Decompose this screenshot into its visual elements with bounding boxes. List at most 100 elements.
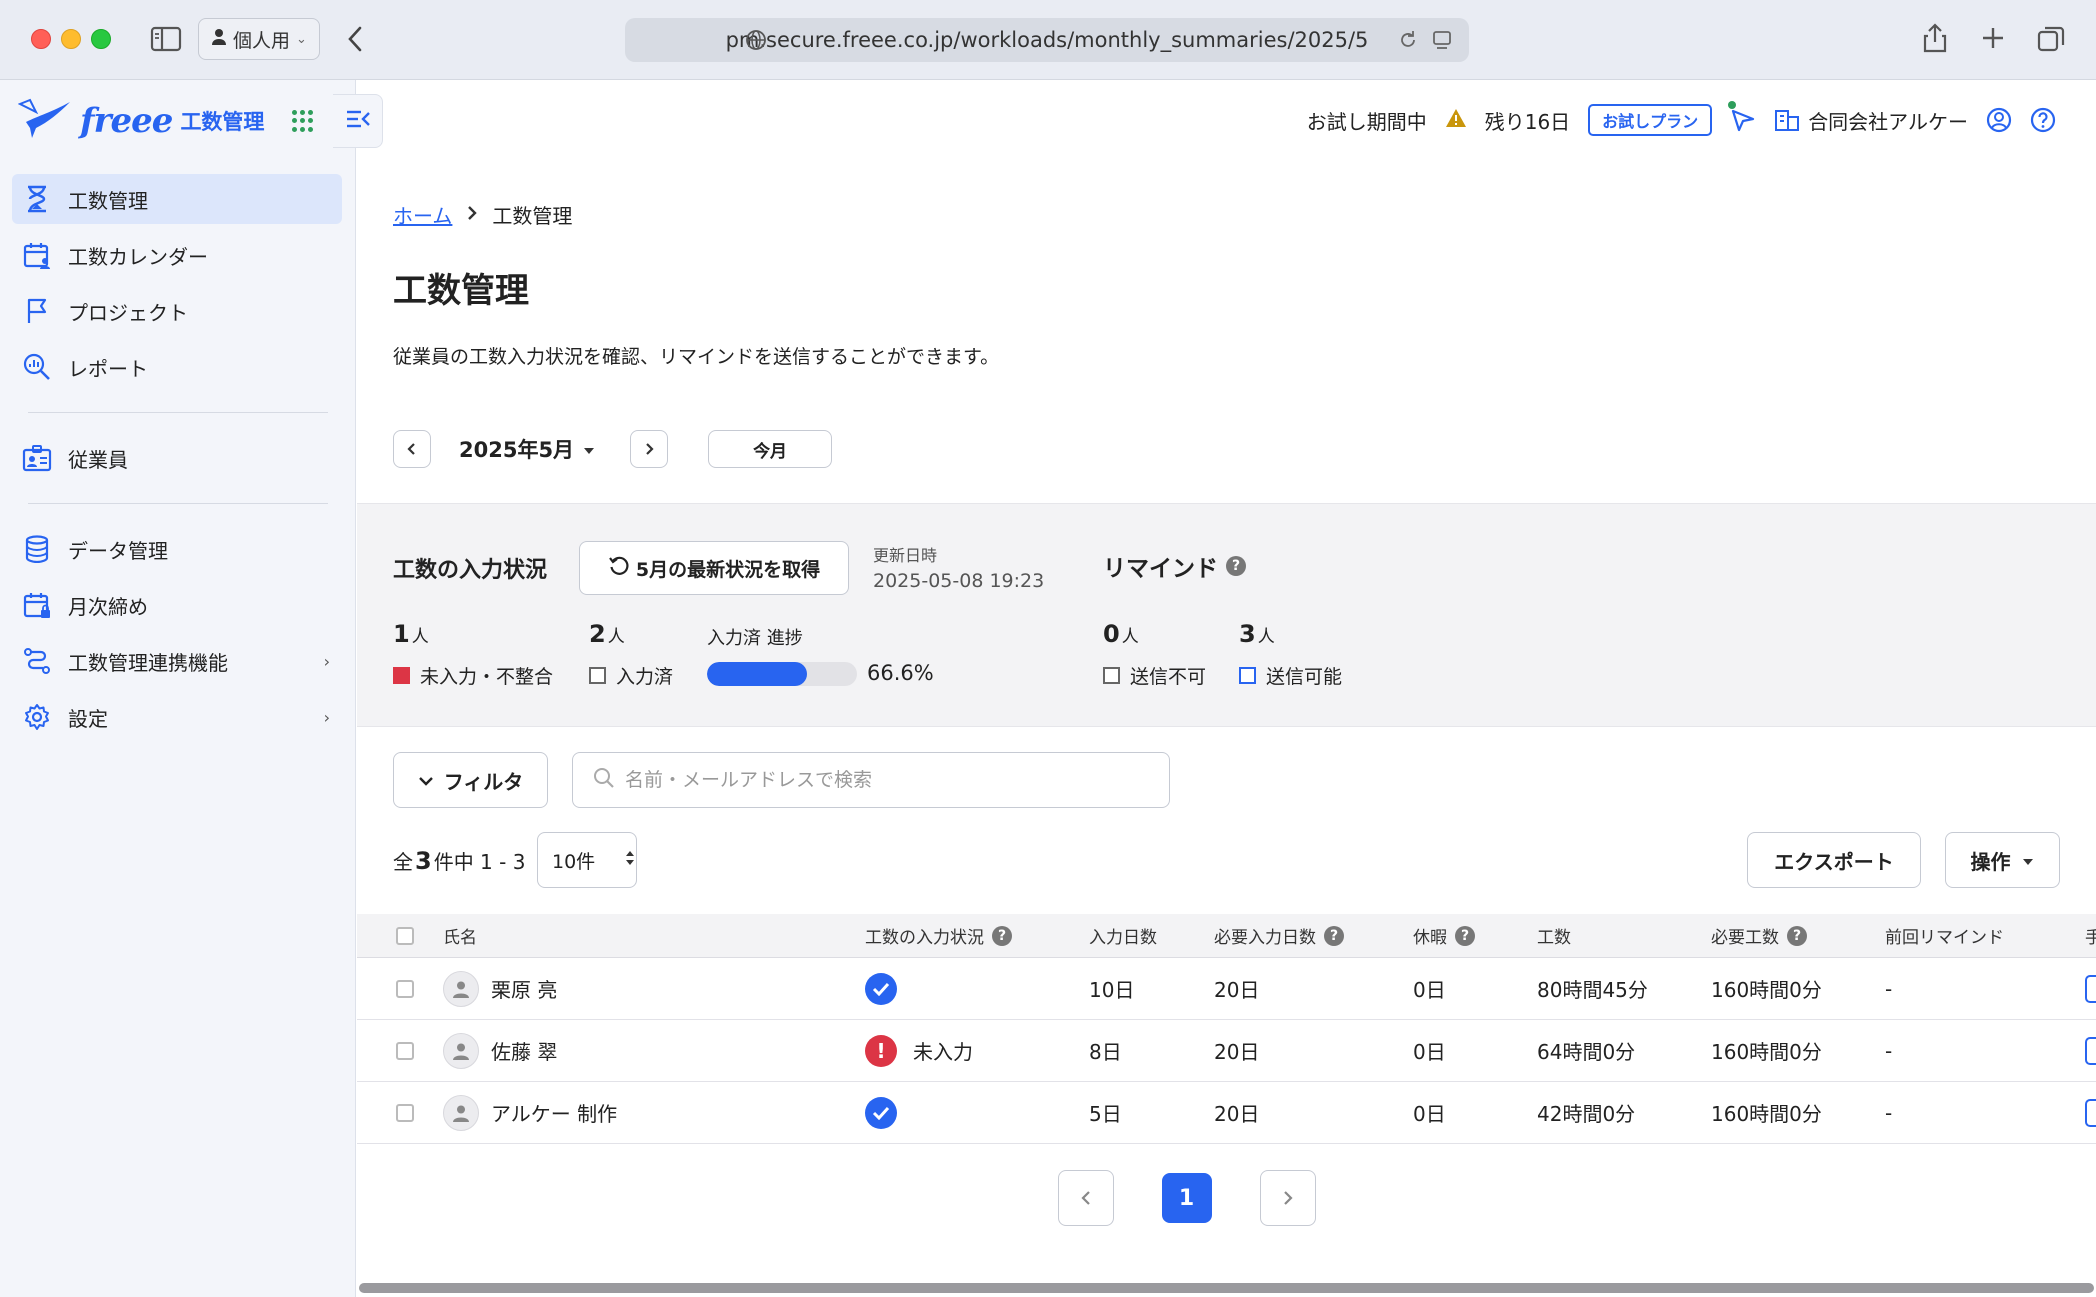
result-count: 全 3 件中 1 - 3 <box>393 847 526 875</box>
remind-help-icon[interactable]: ? <box>1226 556 1246 576</box>
column-header-name[interactable]: 氏名 <box>443 914 477 957</box>
per-page-select[interactable]: 10件 <box>537 832 637 888</box>
fetch-latest-label: 5月の最新状況を取得 <box>635 558 821 581</box>
row-action-button[interactable] <box>2085 1020 2096 1081</box>
employee-cell[interactable]: 栗原 亮 <box>443 958 557 1019</box>
sidebar-item-label: プロジェクト <box>68 300 188 325</box>
back-icon[interactable] <box>346 24 366 54</box>
profile-switcher[interactable]: 個人用 ⌄ <box>198 18 320 60</box>
required-days: 20日 <box>1214 978 1260 1002</box>
help-icon[interactable]: ? <box>1787 925 1807 946</box>
input-days: 8日 <box>1089 1040 1122 1064</box>
address-bar[interactable]: pm.secure.freee.co.jp/workloads/monthly_… <box>625 18 1469 62</box>
trial-plan-badge[interactable]: お試しプラン <box>1588 104 1713 136</box>
column-header-required-days[interactable]: 必要入力日数? <box>1214 914 1344 957</box>
unsendable-legend: 送信不可 <box>1103 662 1206 689</box>
chevron-right-icon: › <box>323 707 330 727</box>
breadcrumb-home-link[interactable]: ホーム <box>393 200 452 229</box>
select-all-checkbox[interactable] <box>396 914 414 957</box>
this-month-button[interactable]: 今月 <box>708 430 833 468</box>
breadcrumb: ホーム 工数管理 <box>393 200 572 229</box>
collapse-sidebar-button[interactable] <box>333 94 383 148</box>
filter-button[interactable]: フィルタ <box>393 752 548 808</box>
column-header-leave[interactable]: 休暇? <box>1413 914 1475 957</box>
previous-month-button[interactable] <box>393 430 431 468</box>
sidebar-item-reports[interactable]: レポート <box>12 342 342 392</box>
company-switcher[interactable]: 合同会社アルケー <box>1774 106 1968 135</box>
calendar-user-icon <box>22 240 52 270</box>
employee-cell[interactable]: 佐藤 翠 <box>443 1020 557 1081</box>
sidebar-toggle-icon[interactable] <box>150 24 182 54</box>
leave-days: 0日 <box>1413 1040 1446 1064</box>
row-action-button[interactable] <box>2085 958 2096 1019</box>
sidebar-item-integrations[interactable]: 工数管理連携機能 › <box>12 636 342 686</box>
updated-at-label: 更新日時 <box>873 546 938 565</box>
table-row[interactable]: アルケー 制作 5日 20日 0日 42時間0分 160時間0分 - <box>357 1082 2096 1144</box>
trial-status-text: お試し期間中 <box>1306 109 1427 134</box>
minimize-window-button[interactable] <box>61 29 81 49</box>
next-month-button[interactable] <box>630 430 669 468</box>
new-tab-icon[interactable] <box>1980 25 2006 51</box>
column-header-input-days[interactable]: 入力日数 <box>1089 914 1157 957</box>
freee-logo[interactable]: freee 工数管理 <box>17 98 264 144</box>
help-icon[interactable]: ? <box>1324 925 1344 946</box>
sidebar-item-label: 工数カレンダー <box>68 244 208 269</box>
row-checkbox[interactable] <box>396 1020 414 1081</box>
help-icon[interactable] <box>2030 107 2056 133</box>
current-month: 2025年5月 <box>459 438 575 462</box>
row-checkbox[interactable] <box>396 1082 414 1143</box>
reload-icon[interactable] <box>1397 29 1419 56</box>
account-icon[interactable] <box>1986 107 2012 133</box>
sidebar-item-projects[interactable]: プロジェクト <box>12 286 342 336</box>
page-description: 従業員の工数入力状況を確認、リマインドを送信することができます。 <box>393 346 1000 368</box>
sidebar-item-label: 従業員 <box>68 447 128 472</box>
sendable-count: 3人 <box>1239 620 1275 648</box>
column-header-hours[interactable]: 工数 <box>1537 914 1571 957</box>
gear-icon <box>22 702 52 732</box>
operations-menu-button[interactable]: 操作 <box>1945 832 2060 888</box>
sidebar-item-monthly-close[interactable]: 月次締め <box>12 580 342 630</box>
input-status-cell <box>865 1082 905 1143</box>
column-header-required-hours[interactable]: 必要工数? <box>1711 914 1807 957</box>
browser-toolbar: 個人用 ⌄ pm.secure.freee.co.jp/workloads/mo… <box>0 0 2096 80</box>
help-icon[interactable]: ? <box>1455 925 1475 946</box>
required-hours: 160時間0分 <box>1711 978 1822 1002</box>
previous-page-button[interactable] <box>1057 1170 1114 1226</box>
column-header-input-status[interactable]: 工数の入力状況? <box>865 914 1012 957</box>
row-action-button[interactable] <box>2085 1082 2096 1143</box>
announcement-icon[interactable] <box>1728 101 1756 133</box>
missing-label: 未入力・不整合 <box>420 666 554 688</box>
horizontal-scrollbar[interactable] <box>359 1283 2094 1293</box>
sidebar-item-settings[interactable]: 設定 › <box>12 692 342 742</box>
check-circle-icon <box>865 1096 897 1129</box>
avatar-icon <box>443 1032 479 1069</box>
app-switcher-icon[interactable] <box>292 110 314 132</box>
fetch-latest-status-button[interactable]: 5月の最新状況を取得 <box>579 541 849 595</box>
sidebar-item-data[interactable]: データ管理 <box>12 524 342 574</box>
sidebar-item-employees[interactable]: 従業員 <box>12 433 342 483</box>
input-status-panel: 工数の入力状況 5月の最新状況を取得 更新日時 2025-05-08 19:23… <box>357 503 2096 727</box>
row-checkbox[interactable] <box>396 958 414 1019</box>
reader-icon[interactable] <box>1431 29 1453 56</box>
calendar-lock-icon <box>22 590 52 620</box>
input-days: 10日 <box>1089 978 1135 1002</box>
zoom-window-button[interactable] <box>91 29 111 49</box>
search-input[interactable] <box>625 769 1145 791</box>
next-page-button[interactable] <box>1259 1170 1316 1226</box>
missing-count: 1人 <box>393 620 429 648</box>
export-button[interactable]: エクスポート <box>1747 832 1921 888</box>
month-selector[interactable]: 2025年5月 <box>459 434 596 464</box>
unsendable-swatch <box>1103 667 1120 684</box>
share-icon[interactable] <box>1922 22 1948 54</box>
help-icon[interactable]: ? <box>992 925 1012 946</box>
table-row[interactable]: 栗原 亮 10日 20日 0日 80時間45分 160時間0分 - <box>357 958 2096 1020</box>
column-header-last-remind[interactable]: 前回リマインド <box>1885 914 2004 957</box>
required-days: 20日 <box>1214 1040 1260 1064</box>
sidebar-item-calendar[interactable]: 工数カレンダー <box>12 230 342 280</box>
sidebar-item-workload[interactable]: 工数管理 <box>12 174 342 224</box>
close-window-button[interactable] <box>31 29 51 49</box>
tab-overview-icon[interactable] <box>2036 24 2066 54</box>
table-row[interactable]: 佐藤 翠 ! 未入力 8日 20日 0日 64時間0分 160時間0分 - <box>357 1020 2096 1082</box>
page-1-button[interactable]: 1 <box>1161 1173 1212 1223</box>
employee-cell[interactable]: アルケー 制作 <box>443 1082 617 1143</box>
